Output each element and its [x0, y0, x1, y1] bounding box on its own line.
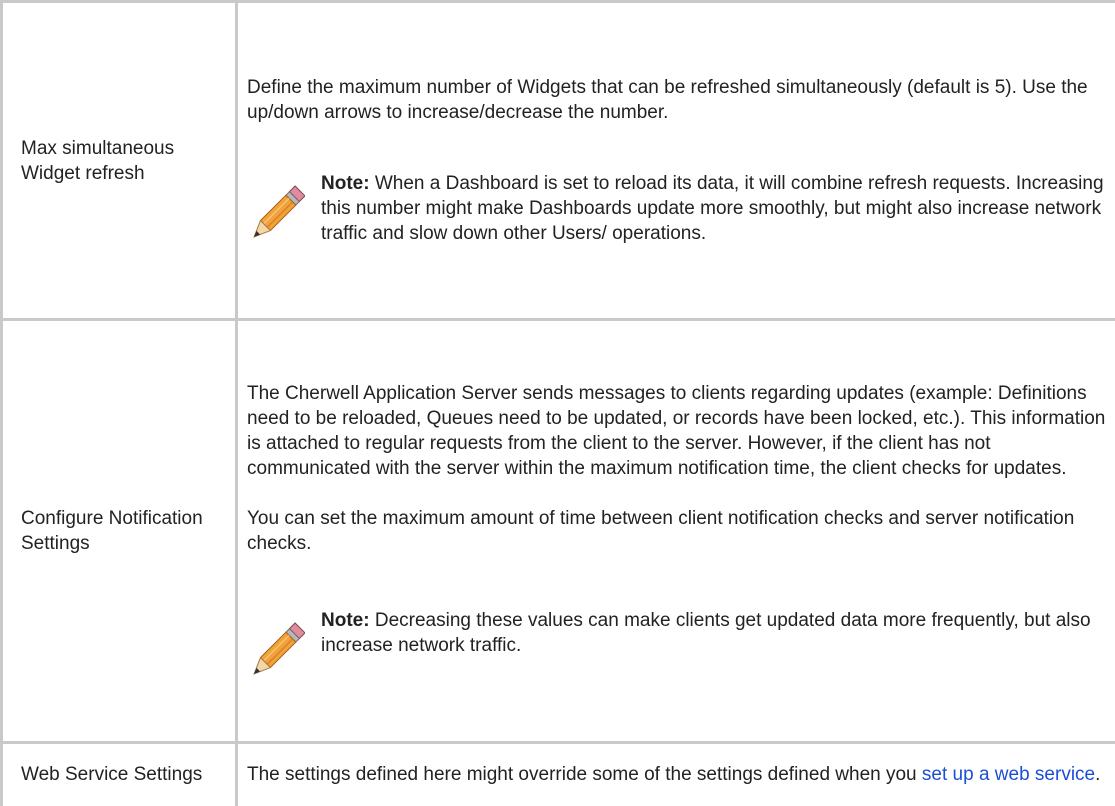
settings-table: Max simultaneous Widget refresh Define t… — [0, 0, 1115, 806]
setting-description: The settings defined here might override… — [237, 743, 1115, 806]
setting-description: Define the maximum number of Widgets tha… — [237, 2, 1115, 320]
note-title: Note: — [321, 173, 370, 194]
description-text-end: . — [1095, 764, 1100, 785]
note-block: Note: Decreasing these values can make c… — [247, 608, 1111, 682]
note-block: Note: When a Dashboard is set to reload … — [247, 171, 1111, 246]
note-body-text: Decreasing these values can make clients… — [321, 610, 1091, 656]
pencil-icon — [247, 185, 305, 245]
note-title: Note: — [321, 610, 370, 631]
pencil-icon — [247, 622, 305, 682]
table-row: Configure Notification Settings The Cher… — [2, 320, 1115, 743]
setting-description: The Cherwell Application Server sends me… — [237, 320, 1115, 743]
note-text: Note: Decreasing these values can make c… — [321, 608, 1111, 658]
description-text: The settings defined here might override… — [247, 764, 922, 785]
description-paragraph: The Cherwell Application Server sends me… — [247, 381, 1111, 481]
setting-label: Max simultaneous Widget refresh — [2, 2, 237, 320]
note-body-text: When a Dashboard is set to reload its da… — [321, 173, 1104, 244]
table-row: Web Service Settings The settings define… — [2, 743, 1115, 806]
table-row: Max simultaneous Widget refresh Define t… — [2, 2, 1115, 320]
description-paragraph: You can set the maximum amount of time b… — [247, 506, 1111, 556]
description-paragraph: Define the maximum number of Widgets tha… — [247, 75, 1111, 125]
setting-label: Web Service Settings — [2, 743, 237, 806]
set-up-web-service-link[interactable]: set up a web service — [922, 764, 1095, 785]
note-text: Note: When a Dashboard is set to reload … — [321, 171, 1111, 246]
setting-label: Configure Notification Settings — [2, 320, 237, 743]
